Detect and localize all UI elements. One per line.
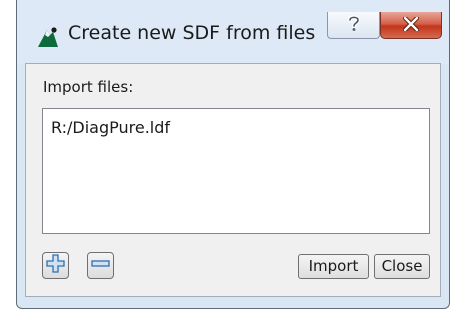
window-close-button[interactable] [380,12,442,39]
import-files-label: Import files: [43,78,134,96]
plus-icon [46,254,65,277]
add-file-button[interactable] [42,252,69,279]
list-item[interactable]: R:/DiagPure.ldf [51,118,170,137]
close-icon [402,15,420,35]
files-list[interactable]: R:/DiagPure.ldf [42,108,430,234]
minus-icon [91,254,110,277]
dialog-content: Import files: R:/DiagPure.ldf Import Clo… [25,63,441,297]
title-bar[interactable]: Create new SDF from files [17,0,449,64]
question-icon [347,14,361,36]
mountain-logo-icon [37,26,59,48]
import-button[interactable]: Import [298,254,369,279]
help-button[interactable] [327,12,380,39]
remove-file-button[interactable] [87,252,114,279]
close-button[interactable]: Close [374,254,430,279]
dialog-window: Create new SDF from files Import files: [16,0,450,309]
window-title: Create new SDF from files [68,22,316,44]
